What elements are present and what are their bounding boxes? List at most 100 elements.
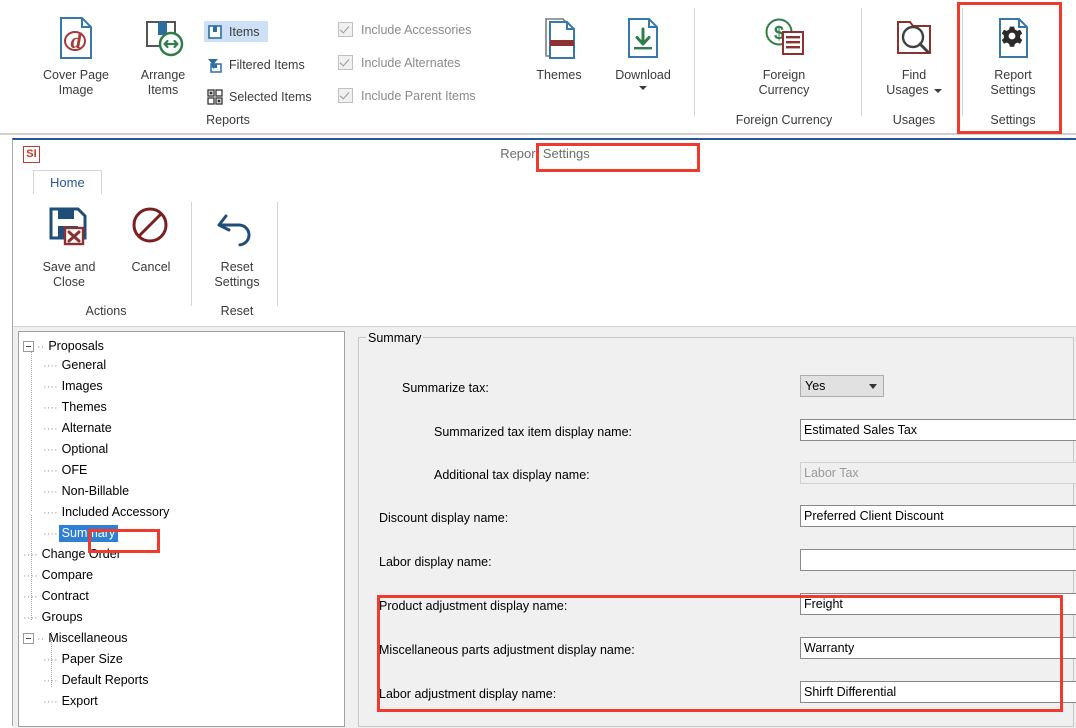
- items-button[interactable]: Items: [204, 21, 268, 42]
- tree-node-label: Alternate: [61, 421, 112, 435]
- settings-tree[interactable]: ·· Proposals ···· General ···· Images ··…: [18, 331, 345, 727]
- tree-dash: ··: [37, 632, 45, 645]
- include-accessories-checkbox[interactable]: Include Accessories: [338, 22, 471, 37]
- grid-select-icon: [207, 88, 223, 105]
- foreign-currency-button[interactable]: $ Foreign Currency: [714, 16, 854, 98]
- arrange-items-label-1: Arrange: [140, 68, 186, 82]
- tree-node-alternate[interactable]: ···· Alternate: [43, 419, 115, 438]
- include-alternates-label: Include Alternates: [361, 55, 461, 70]
- themes-button[interactable]: Themes: [528, 16, 590, 83]
- tab-home[interactable]: Home: [33, 170, 102, 195]
- tree-node-export[interactable]: ···· Export: [43, 692, 101, 711]
- find-usages-label-1: Find: [901, 68, 927, 82]
- report-settings-label-1: Report: [994, 68, 1032, 82]
- cover-page-image-button[interactable]: d Cover Page Image: [26, 16, 126, 98]
- chevron-down-icon[interactable]: [639, 86, 647, 90]
- tree-node-miscellaneous[interactable]: ·· Miscellaneous: [23, 629, 131, 648]
- outer-ribbon: d Cover Page Image Arrange Items Items F…: [0, 0, 1076, 135]
- tree-node-paper-size[interactable]: ···· Paper Size: [43, 650, 126, 669]
- summarized-tax-item-display-name-input[interactable]: Estimated Sales Tax: [800, 419, 1076, 441]
- tree-dash: ····: [23, 611, 38, 624]
- foreign-currency-label-2: Currency: [758, 83, 810, 97]
- filtered-items-label: Filtered Items: [229, 57, 305, 72]
- download-button[interactable]: Download: [602, 16, 684, 90]
- chevron-down-icon[interactable]: [933, 89, 942, 93]
- tree-dash: ····: [43, 527, 58, 540]
- tree-connector: [31, 348, 32, 512]
- cancel-label: Cancel: [131, 260, 171, 274]
- discount-display-name-input[interactable]: Preferred Client Discount: [800, 505, 1076, 527]
- tree-node-themes[interactable]: ···· Themes: [43, 398, 110, 417]
- include-parent-items-checkbox[interactable]: Include Parent Items: [338, 88, 476, 103]
- tree-node-general[interactable]: ···· General: [43, 356, 109, 375]
- tree-dash: ····: [23, 548, 38, 561]
- group-label-settings: Settings: [990, 113, 1036, 127]
- product-adjustment-display-name-input[interactable]: Freight: [800, 593, 1076, 615]
- arrange-items-button[interactable]: Arrange Items: [130, 16, 196, 98]
- collapse-icon[interactable]: [23, 341, 34, 352]
- summarize-tax-label: Summarize tax:: [402, 381, 489, 395]
- find-usages-button[interactable]: Find Usages: [876, 16, 952, 98]
- additional-tax-display-name-label: Additional tax display name:: [434, 468, 590, 482]
- report-settings-window: SI Report Settings Home Save and Close C…: [12, 138, 1076, 728]
- summary-settings-form: Summary Summarize tax: Yes Summarized ta…: [354, 331, 1076, 727]
- ribbon-divider: [861, 8, 862, 116]
- collapse-icon[interactable]: [23, 633, 34, 644]
- arrange-items-label-2: Items: [147, 83, 179, 97]
- reset-settings-button[interactable]: Reset Settings: [203, 204, 271, 290]
- save-close-icon: [29, 204, 109, 256]
- find-usages-label-2: Usages: [886, 83, 929, 97]
- tree-node-included-accessory[interactable]: ···· Included Accessory: [43, 503, 172, 522]
- save-and-close-button[interactable]: Save and Close: [29, 204, 109, 290]
- miscellaneous-parts-adjustment-display-name-input[interactable]: Warranty: [800, 637, 1076, 659]
- include-alternates-checkbox[interactable]: Include Alternates: [338, 55, 460, 70]
- tree-dash: ····: [43, 464, 58, 477]
- tree-node-label: Miscellaneous: [48, 631, 128, 645]
- tree-dash: ····: [43, 380, 58, 393]
- tree-node-non-billable[interactable]: ···· Non-Billable: [43, 482, 132, 501]
- group-label-reports: Reports: [206, 113, 250, 127]
- tree-node-images[interactable]: ···· Images: [43, 377, 106, 396]
- labor-adjustment-display-name-input[interactable]: Shirft Differential: [800, 681, 1076, 703]
- tree-node-groups[interactable]: ···· Groups: [23, 608, 86, 627]
- tree-dash: ····: [43, 401, 58, 414]
- cancel-button[interactable]: Cancel: [119, 204, 183, 275]
- tree-node-optional[interactable]: ···· Optional: [43, 440, 111, 459]
- tree-node-contract[interactable]: ···· Contract: [23, 587, 92, 606]
- inner-ribbon-divider: [277, 202, 278, 306]
- tree-node-ofe[interactable]: ···· OFE: [43, 461, 90, 480]
- summary-groupbox: [358, 337, 1074, 727]
- checkmark-icon: [338, 55, 353, 70]
- tree-node-default-reports[interactable]: ···· Default Reports: [43, 671, 152, 690]
- funnel-box-icon: [207, 57, 223, 73]
- undo-arrow-icon: [203, 204, 271, 256]
- tree-node-summary[interactable]: ···· Summary: [43, 524, 119, 543]
- labor-display-name-input[interactable]: [800, 549, 1076, 571]
- download-label: Download: [615, 68, 671, 82]
- tree-node-label: Optional: [61, 442, 109, 456]
- tree-node-label: Export: [61, 694, 98, 708]
- ribbon-divider: [962, 8, 963, 116]
- labor-display-name-label: Labor display name:: [379, 555, 492, 569]
- report-settings-button[interactable]: Report Settings: [975, 16, 1051, 98]
- tree-node-label: Images: [61, 379, 103, 393]
- summarize-tax-select[interactable]: Yes: [800, 375, 884, 397]
- window-title-bar: SI Report Settings: [13, 140, 1076, 170]
- tree-node-compare[interactable]: ···· Compare: [23, 566, 96, 585]
- selected-items-button[interactable]: Selected Items: [204, 86, 320, 107]
- group-label-foreign-currency: Foreign Currency: [735, 113, 833, 127]
- themes-page-icon: [528, 16, 590, 64]
- tree-node-label: Change Order: [41, 547, 121, 561]
- tree-dash: ····: [43, 695, 58, 708]
- tree-dash: ····: [23, 569, 38, 582]
- selected-items-label: Selected Items: [229, 89, 312, 104]
- tree-node-label: Groups: [41, 610, 83, 624]
- save-and-close-label-2: Close: [53, 275, 85, 289]
- tree-node-proposals[interactable]: ·· Proposals: [23, 337, 107, 356]
- include-accessories-label: Include Accessories: [361, 22, 472, 37]
- ribbon-divider: [694, 8, 695, 116]
- additional-tax-display-name-input[interactable]: Labor Tax: [800, 462, 1076, 484]
- filtered-items-button[interactable]: Filtered Items: [204, 54, 313, 75]
- summary-group-title: Summary: [366, 331, 424, 345]
- tree-node-change-order[interactable]: ···· Change Order: [23, 545, 124, 564]
